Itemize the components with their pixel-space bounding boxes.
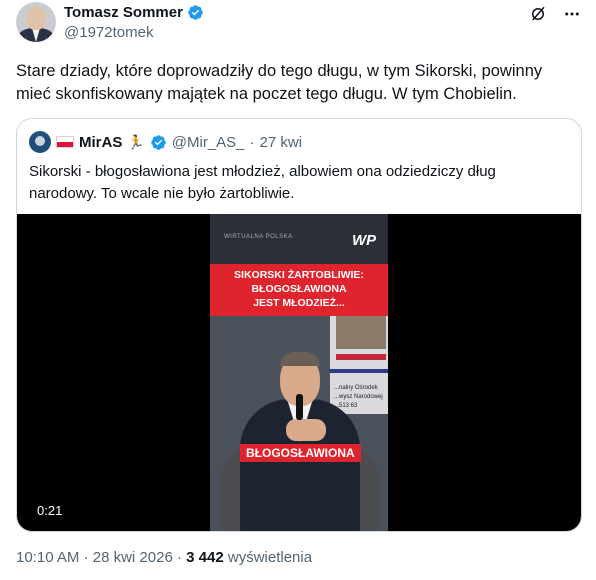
- tweet-time[interactable]: 10:10 AM: [16, 549, 79, 566]
- author-avatar[interactable]: [16, 2, 56, 42]
- verified-badge-icon: [188, 5, 203, 20]
- quoted-author-handle[interactable]: @Mir_AS_: [172, 134, 245, 151]
- video-caption: BŁOGOSŁAWIONA: [240, 444, 361, 462]
- tweet-date[interactable]: 28 kwi 2026: [93, 549, 173, 566]
- quoted-tweet-header: MirAS 🏃 @Mir_AS_ · 27 kwi: [29, 131, 302, 153]
- grok-icon[interactable]: [528, 4, 548, 24]
- avatar-face: [26, 6, 46, 30]
- video-banner-line: SIKORSKI ŻARTOBLIWIE:: [234, 269, 364, 281]
- separator-dot: ·: [249, 133, 255, 151]
- video-player[interactable]: ...nalny Ośrodek ...wysz Narodowej ...51…: [17, 214, 581, 531]
- video-watermark: WIRTUALNA POLSKA: [224, 234, 293, 240]
- separator-dot: ·: [83, 549, 89, 566]
- video-duration: 0:21: [31, 502, 69, 519]
- quoted-avatar[interactable]: [29, 131, 51, 153]
- quoted-tweet[interactable]: MirAS 🏃 @Mir_AS_ · 27 kwi Sikorski - bło…: [16, 118, 582, 532]
- video-poster-text: ...nalny Ośrodek ...wysz Narodowej ...51…: [334, 385, 383, 409]
- tweet-meta: 10:10 AM · 28 kwi 2026 · 3 442 wyświetle…: [16, 549, 312, 566]
- quoted-text-line: narodowy. To wcale nie było żartobliwie.: [29, 185, 295, 202]
- runner-emoji-icon: 🏃: [127, 133, 145, 150]
- quoted-tweet-time[interactable]: 27 kwi: [260, 134, 303, 151]
- video-poster-band: [330, 369, 388, 373]
- video-frame: ...nalny Ośrodek ...wysz Narodowej ...51…: [210, 214, 388, 531]
- views-count: 3 442: [186, 549, 224, 566]
- quoted-tweet-text: Sikorski - błogosławiona jest młodzież, …: [29, 161, 569, 205]
- quoted-author-name[interactable]: MirAS: [79, 134, 122, 151]
- more-icon[interactable]: [562, 4, 582, 24]
- poland-flag-icon: [56, 136, 74, 148]
- verified-badge-icon: [151, 134, 166, 150]
- separator-dot: ·: [176, 549, 182, 566]
- header-actions: [528, 4, 582, 24]
- video-person-hair: [280, 352, 320, 366]
- tweet-text-line: mieć skonfiskowany majątek na poczet teg…: [16, 85, 517, 103]
- tweet-text: Stare dziady, które doprowadziły do tego…: [16, 60, 576, 106]
- quoted-text-line: Sikorski - błogosławiona jest młodzież, …: [29, 163, 496, 180]
- video-banner-line: JEST MŁODZIEŻ...: [253, 297, 345, 309]
- author-handle[interactable]: @1972tomek: [64, 24, 153, 41]
- author-name-row[interactable]: Tomasz Sommer: [64, 4, 204, 21]
- microphone-icon: [296, 394, 303, 420]
- video-poster-band: [336, 354, 386, 360]
- views-label: wyświetlenia: [227, 549, 313, 566]
- wp-logo: WP: [352, 232, 377, 249]
- video-person-hands: [286, 419, 326, 441]
- tweet-text-line: Stare dziady, które doprowadziły do tego…: [16, 62, 543, 80]
- video-banner-line: BŁOGOSŁAWIONA: [251, 283, 347, 295]
- author-name[interactable]: Tomasz Sommer: [64, 4, 183, 21]
- video-banner: SIKORSKI ŻARTOBLIWIE: BŁOGOSŁAWIONA JEST…: [210, 264, 388, 316]
